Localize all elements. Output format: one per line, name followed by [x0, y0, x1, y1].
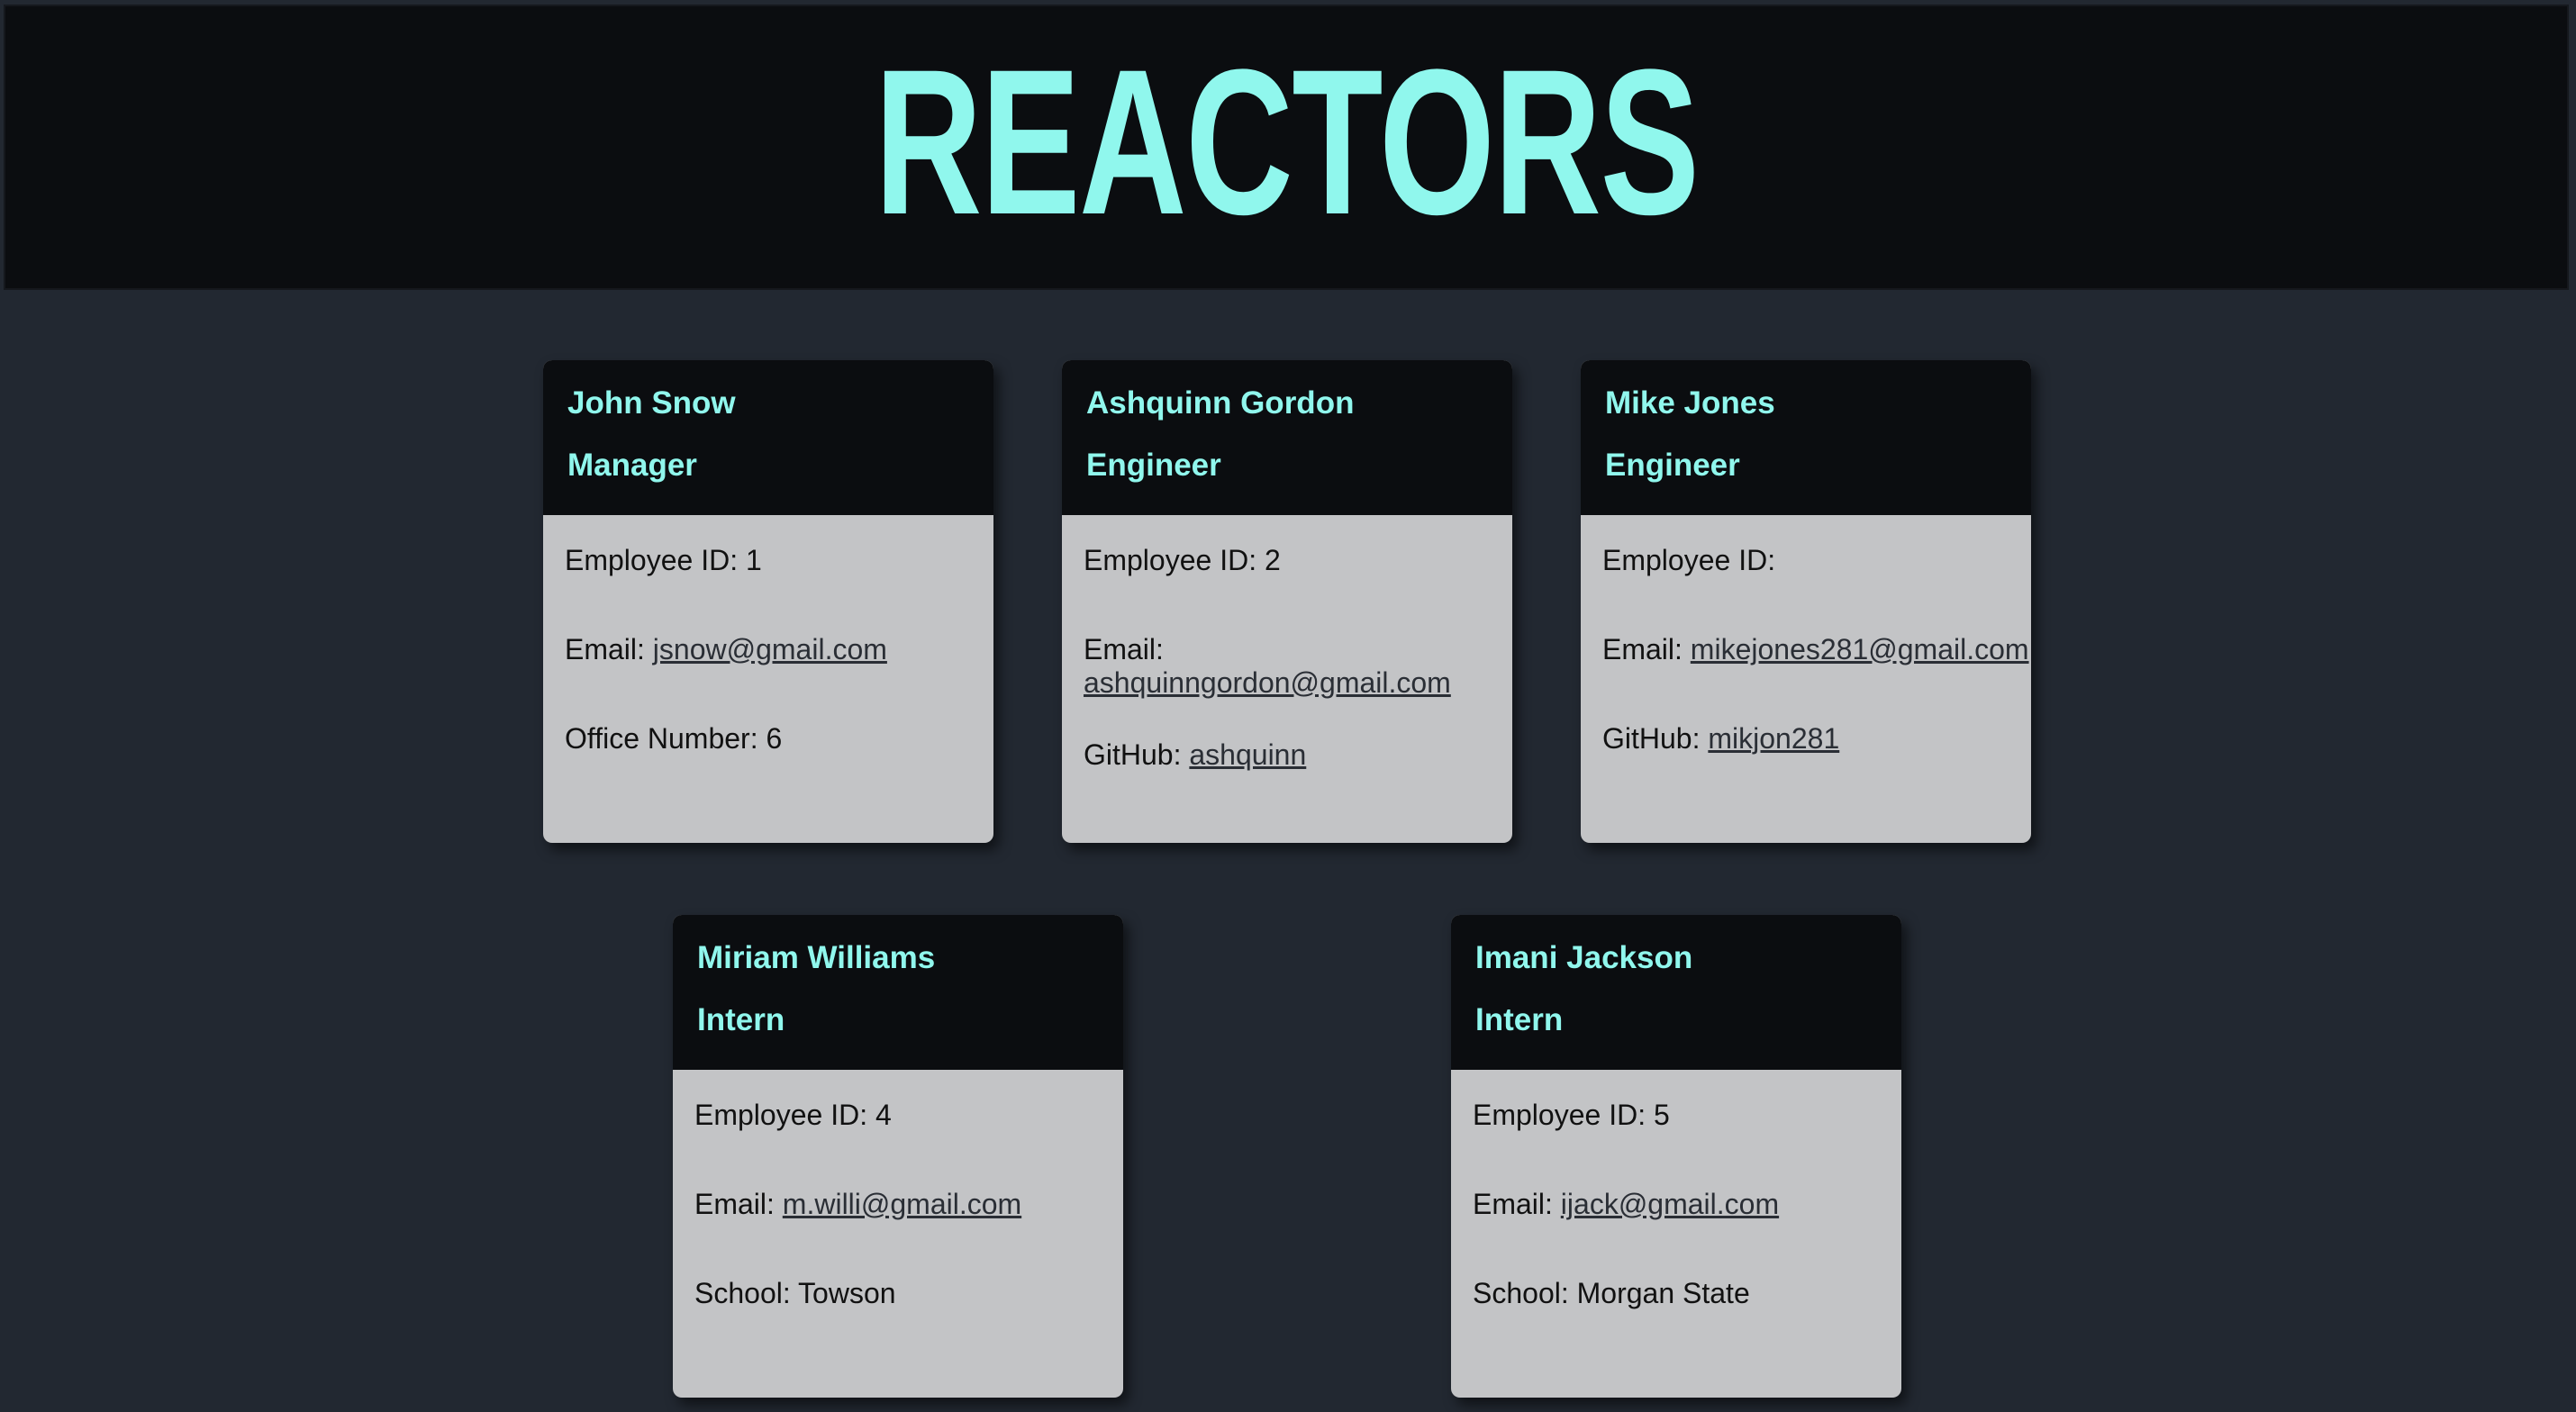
employee-card: Mike Jones Engineer Employee ID: Email: …: [1581, 360, 2031, 843]
employee-id-label: Employee ID:: [1473, 1099, 1646, 1131]
email-link[interactable]: m.willi@gmail.com: [783, 1188, 1021, 1220]
card-header: Ashquinn Gordon Engineer: [1062, 360, 1512, 515]
employee-id-row: Employee ID: 1: [565, 544, 972, 577]
school-value: Morgan State: [1576, 1276, 1750, 1309]
github-label: GitHub:: [1084, 738, 1182, 772]
employee-card: Miriam Williams Intern Employee ID: 4 Em…: [673, 915, 1123, 1398]
card-body: Employee ID: 5 Email: ijack@gmail.com Sc…: [1451, 1070, 1901, 1309]
employee-card: John Snow Manager Employee ID: 1 Email: …: [543, 360, 993, 843]
employee-role: Engineer: [1605, 448, 1740, 483]
email-label: Email:: [565, 632, 645, 665]
employee-id-value: 2: [1264, 544, 1281, 576]
employee-id-label: Employee ID:: [565, 544, 739, 576]
employee-id-row: Employee ID: 5: [1473, 1099, 1880, 1132]
employee-role: Engineer: [1086, 448, 1221, 483]
employee-card: Imani Jackson Intern Employee ID: 5 Emai…: [1451, 915, 1901, 1398]
employee-id-value: 5: [1653, 1099, 1670, 1131]
email-link[interactable]: ashquinngordon@gmail.com: [1084, 666, 1451, 699]
page-title: REACTORS: [874, 25, 1700, 258]
card-body: Employee ID: 1 Email: jsnow@gmail.com Of…: [543, 515, 993, 755]
email-row: Email: jsnow@gmail.com: [565, 633, 972, 666]
employee-id-label: Employee ID:: [694, 1099, 868, 1131]
email-link[interactable]: mikejones281@gmail.com: [1691, 633, 2029, 665]
office-label: Office Number:: [565, 721, 758, 755]
card-body: Employee ID: 2 Email: ashquinngordon@gma…: [1062, 515, 1512, 772]
card-header: Miriam Williams Intern: [673, 915, 1123, 1070]
school-row: School: Towson: [694, 1277, 1102, 1310]
github-row: GitHub: mikjon281: [1602, 722, 2009, 756]
school-label: School:: [694, 1276, 791, 1309]
email-row: Email: ashquinngordon@gmail.com: [1084, 633, 1491, 700]
employee-card: Ashquinn Gordon Engineer Employee ID: 2 …: [1062, 360, 1512, 843]
employee-role: Manager: [567, 448, 697, 483]
employee-id-value: 1: [745, 544, 762, 576]
card-header: Imani Jackson Intern: [1451, 915, 1901, 1070]
email-row: Email: mikejones281@gmail.com: [1602, 632, 2029, 666]
email-label: Email:: [694, 1187, 775, 1220]
github-link[interactable]: mikjon281: [1708, 722, 1839, 755]
employee-name: Ashquinn Gordon: [1086, 385, 1355, 421]
employee-id-value: 4: [875, 1099, 892, 1131]
github-link[interactable]: ashquinn: [1189, 738, 1306, 771]
card-body: Employee ID: Email: mikejones281@gmail.c…: [1581, 515, 2031, 755]
office-row: Office Number: 6: [565, 722, 972, 756]
employee-id-label: Employee ID:: [1602, 544, 1776, 576]
github-label: GitHub:: [1602, 721, 1701, 755]
employee-id-row: Employee ID:: [1602, 544, 2009, 577]
site-header: REACTORS: [4, 5, 2569, 290]
employee-name: Mike Jones: [1605, 385, 1775, 421]
card-header: Mike Jones Engineer: [1581, 360, 2031, 515]
employee-name: Imani Jackson: [1475, 940, 1693, 975]
employee-role: Intern: [697, 1002, 785, 1037]
github-row: GitHub: ashquinn: [1084, 738, 1491, 772]
employee-name: Miriam Williams: [697, 940, 936, 975]
employee-id-row: Employee ID: 4: [694, 1099, 1102, 1132]
email-label: Email:: [1602, 632, 1683, 665]
school-row: School: Morgan State: [1473, 1277, 1880, 1310]
email-row: Email: m.willi@gmail.com: [694, 1188, 1102, 1221]
email-link[interactable]: ijack@gmail.com: [1561, 1188, 1779, 1220]
employee-name: John Snow: [567, 385, 736, 421]
school-label: School:: [1473, 1276, 1569, 1309]
email-row: Email: ijack@gmail.com: [1473, 1188, 1880, 1221]
card-body: Employee ID: 4 Email: m.willi@gmail.com …: [673, 1070, 1123, 1309]
email-label: Email:: [1473, 1187, 1553, 1220]
email-link[interactable]: jsnow@gmail.com: [653, 633, 887, 665]
email-label: Email:: [1084, 632, 1164, 665]
office-value: 6: [766, 721, 783, 755]
employee-role: Intern: [1475, 1002, 1564, 1037]
school-value: Towson: [798, 1276, 896, 1309]
card-header: John Snow Manager: [543, 360, 993, 515]
employee-id-row: Employee ID: 2: [1084, 544, 1491, 577]
employee-id-label: Employee ID:: [1084, 544, 1257, 576]
